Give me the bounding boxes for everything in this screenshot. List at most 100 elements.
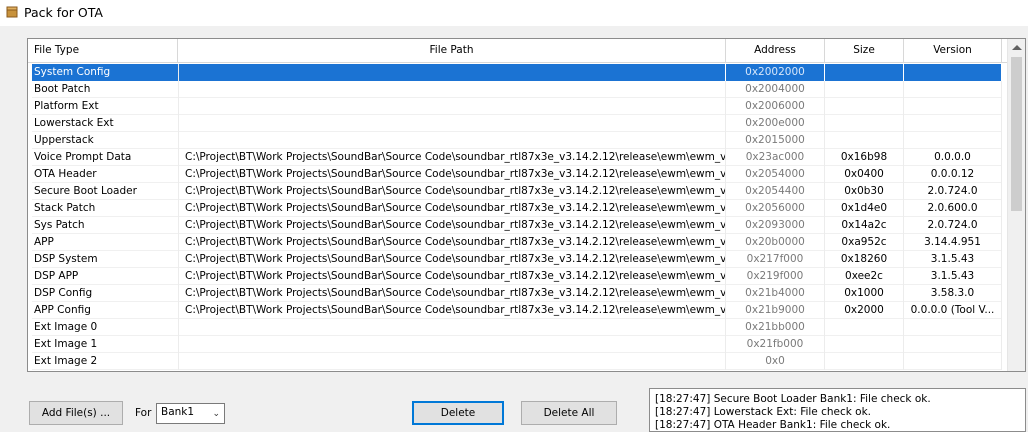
cell-address: 0x2015000: [726, 132, 825, 149]
cell-version: 3.1.5.43: [904, 251, 1002, 268]
cell-version: [904, 81, 1002, 98]
cell-file-type: Boot Patch: [32, 81, 179, 98]
cell-address: 0x0: [726, 353, 825, 370]
cell-version: 0.0.0.12: [904, 166, 1002, 183]
cell-size: 0x2000: [825, 302, 904, 319]
cell-size: 0xee2c: [825, 268, 904, 285]
cell-file-type: DSP APP: [32, 268, 179, 285]
table-row[interactable]: Lowerstack Ext 0x200e000: [32, 115, 1002, 132]
bank-select[interactable]: Bank1 ⌄: [156, 403, 225, 424]
cell-address: 0x200e000: [726, 115, 825, 132]
log-line: [18:27:47] Lowerstack Ext: File check ok…: [655, 406, 872, 418]
cell-file-type: OTA Header: [32, 166, 179, 183]
cell-address: 0x2054000: [726, 166, 825, 183]
cell-file-path: C:\Project\BT\Work Projects\SoundBar\Sou…: [179, 217, 726, 234]
cell-version: [904, 132, 1002, 149]
table-row[interactable]: APP C:\Project\BT\Work Projects\SoundBar\…: [32, 234, 1002, 251]
for-label: For: [135, 407, 152, 419]
table-row[interactable]: Upperstack 0x2015000: [32, 132, 1002, 149]
column-header-file-path[interactable]: File Path: [178, 39, 726, 62]
table-row[interactable]: Ext Image 2 0x0: [32, 353, 1002, 370]
delete-all-button[interactable]: Delete All: [521, 401, 617, 425]
cell-address: 0x21b9000: [726, 302, 825, 319]
log-line: [18:27:47] Secure Boot Loader Bank1: Fil…: [655, 393, 931, 405]
cell-version: 0.0.0.0: [904, 149, 1002, 166]
delete-button[interactable]: Delete: [412, 401, 504, 425]
table-row[interactable]: System Config 0x2002000: [32, 64, 1002, 81]
cell-file-path: C:\Project\BT\Work Projects\SoundBar\Sou…: [179, 149, 726, 166]
cell-version: 2.0.724.0: [904, 183, 1002, 200]
cell-file-path: [179, 319, 726, 336]
cell-address: 0x21fb000: [726, 336, 825, 353]
column-header-version[interactable]: Version: [904, 39, 1002, 62]
cell-file-type: APP: [32, 234, 179, 251]
cell-address: 0x2002000: [726, 64, 825, 81]
table-row[interactable]: Ext Image 0 0x21bb000: [32, 319, 1002, 336]
table-row[interactable]: DSP Config C:\Project\BT\Work Projects\So…: [32, 285, 1002, 302]
column-header-address[interactable]: Address: [726, 39, 825, 62]
cell-version: 3.14.4.951: [904, 234, 1002, 251]
table-row[interactable]: DSP System C:\Project\BT\Work Projects\So…: [32, 251, 1002, 268]
cell-size: [825, 115, 904, 132]
box-icon: [6, 6, 18, 18]
cell-address: 0x21bb000: [726, 319, 825, 336]
table-row[interactable]: APP Config C:\Project\BT\Work Projects\So…: [32, 302, 1002, 319]
table-row[interactable]: DSP APP C:\Project\BT\Work Projects\Sound…: [32, 268, 1002, 285]
cell-size: [825, 81, 904, 98]
cell-address: 0x2004000: [726, 81, 825, 98]
cell-file-type: Ext Image 1: [32, 336, 179, 353]
table-row[interactable]: Ext Image 1 0x21fb000: [32, 336, 1002, 353]
cell-version: 0.0.0.0 (Tool V...: [904, 302, 1002, 319]
add-files-button[interactable]: Add File(s) ...: [29, 401, 123, 425]
cell-file-path: [179, 64, 726, 81]
cell-size: [825, 353, 904, 370]
cell-file-path: C:\Project\BT\Work Projects\SoundBar\Sou…: [179, 200, 726, 217]
scrollbar-thumb[interactable]: [1011, 57, 1022, 211]
table-row[interactable]: OTA Header C:\Project\BT\Work Projects\So…: [32, 166, 1002, 183]
table-header: File Type File Path Address Size Version: [28, 39, 1025, 63]
cell-file-path: C:\Project\BT\Work Projects\SoundBar\Sou…: [179, 302, 726, 319]
cell-file-type: Stack Patch: [32, 200, 179, 217]
cell-version: 2.0.600.0: [904, 200, 1002, 217]
table-row[interactable]: Secure Boot Loader C:\Project\BT\Work Pro…: [32, 183, 1002, 200]
cell-size: [825, 64, 904, 81]
cell-file-type: Ext Image 0: [32, 319, 179, 336]
file-table[interactable]: File Type File Path Address Size Version…: [27, 38, 1026, 372]
column-header-file-type[interactable]: File Type: [28, 39, 178, 62]
table-row[interactable]: Platform Ext 0x2006000: [32, 98, 1002, 115]
cell-file-path: C:\Project\BT\Work Projects\SoundBar\Sou…: [179, 268, 726, 285]
title-bar: Pack for OTA: [0, 0, 1028, 26]
scroll-up-arrow-icon[interactable]: [1012, 45, 1022, 50]
cell-file-type: System Config: [32, 64, 179, 81]
cell-size: 0x16b98: [825, 149, 904, 166]
cell-file-path: C:\Project\BT\Work Projects\SoundBar\Sou…: [179, 234, 726, 251]
table-row[interactable]: Sys Patch C:\Project\BT\Work Projects\Sou…: [32, 217, 1002, 234]
cell-file-type: Sys Patch: [32, 217, 179, 234]
table-row[interactable]: Stack Patch C:\Project\BT\Work Projects\S…: [32, 200, 1002, 217]
cell-address: 0x21b4000: [726, 285, 825, 302]
cell-file-path: C:\Project\BT\Work Projects\SoundBar\Sou…: [179, 251, 726, 268]
log-panel[interactable]: [18:27:47] Secure Boot Loader Bank1: Fil…: [649, 388, 1026, 432]
table-row[interactable]: Boot Patch 0x2004000: [32, 81, 1002, 98]
cell-file-type: Lowerstack Ext: [32, 115, 179, 132]
column-header-size[interactable]: Size: [825, 39, 904, 62]
cell-size: 0x1000: [825, 285, 904, 302]
cell-address: 0x2056000: [726, 200, 825, 217]
cell-size: 0xa952c: [825, 234, 904, 251]
cell-file-path: C:\Project\BT\Work Projects\SoundBar\Sou…: [179, 166, 726, 183]
cell-version: [904, 353, 1002, 370]
cell-address: 0x23ac000: [726, 149, 825, 166]
cell-version: 2.0.724.0: [904, 217, 1002, 234]
cell-address: 0x20b0000: [726, 234, 825, 251]
vertical-scrollbar[interactable]: [1007, 39, 1025, 371]
window-title: Pack for OTA: [24, 5, 103, 20]
cell-file-type: Voice Prompt Data: [32, 149, 179, 166]
cell-file-type: Secure Boot Loader: [32, 183, 179, 200]
cell-size: 0x0b30: [825, 183, 904, 200]
cell-file-path: C:\Project\BT\Work Projects\SoundBar\Sou…: [179, 183, 726, 200]
bank-select-value: Bank1: [161, 406, 195, 418]
table-row[interactable]: Voice Prompt Data C:\Project\BT\Work Proj…: [32, 149, 1002, 166]
cell-file-path: [179, 132, 726, 149]
cell-file-type: Ext Image 2: [32, 353, 179, 370]
cell-version: [904, 98, 1002, 115]
